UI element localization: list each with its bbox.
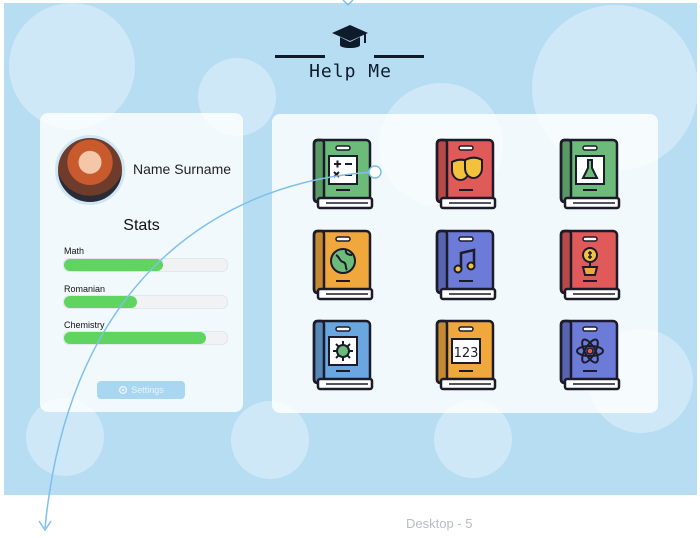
frame-label: Desktop - 5 (406, 516, 473, 531)
prototype-link-arrow (38, 0, 382, 532)
